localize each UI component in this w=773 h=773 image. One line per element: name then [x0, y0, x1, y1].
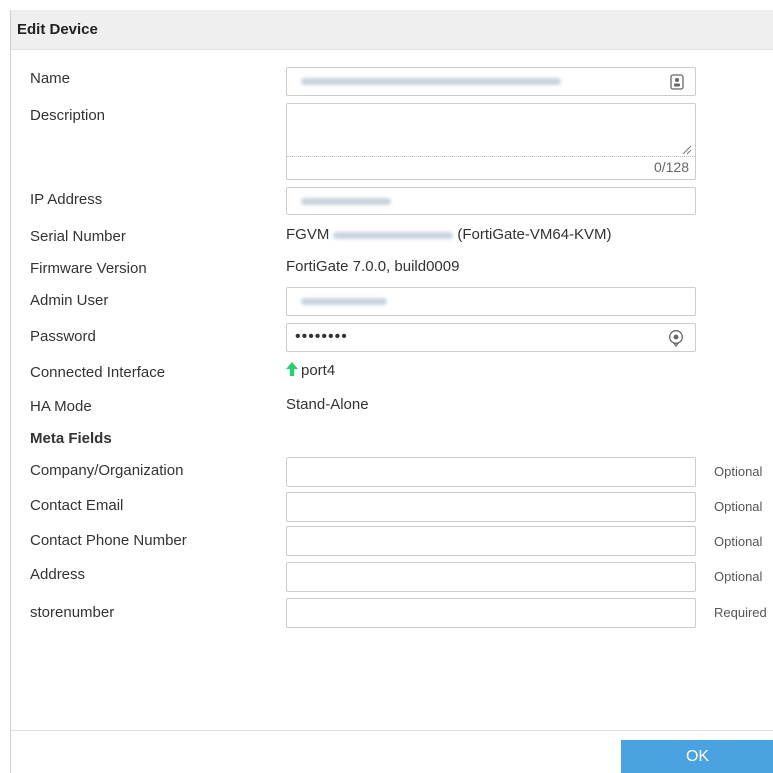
password-label: Password [30, 328, 96, 345]
contact-email-input[interactable] [286, 492, 696, 522]
dialog-title: Edit Device [17, 21, 98, 38]
resize-handle-icon[interactable] [682, 145, 692, 155]
ip-address-label: IP Address [30, 191, 103, 208]
storenumber-input[interactable] [286, 598, 696, 628]
company-organization-input[interactable] [286, 457, 696, 487]
description-label: Description [30, 107, 106, 124]
dialog-footer: OK [11, 730, 773, 773]
password-value: •••••••• [295, 328, 348, 345]
edit-device-dialog: Edit Device Name Description 0/128 IP Ad… [10, 10, 773, 773]
meta-field-label: Contact Phone Number [30, 532, 187, 549]
company-organization-text[interactable] [287, 458, 695, 486]
meta-field-hint: Required [714, 605, 767, 620]
contact-phone-text[interactable] [287, 527, 695, 555]
password-field[interactable]: •••••••• [286, 323, 696, 352]
dialog-header: Edit Device [11, 10, 773, 50]
meta-field-hint: Optional [714, 569, 763, 584]
connected-interface-value: port4 [286, 362, 335, 379]
name-redacted-value [301, 78, 561, 85]
connected-interface-name: port4 [301, 362, 336, 379]
ha-mode-label: HA Mode [30, 398, 92, 415]
link-up-arrow-icon [286, 362, 298, 376]
admin-user-field[interactable] [286, 287, 696, 316]
storenumber-text[interactable] [287, 599, 695, 627]
ip-address-redacted-value [301, 198, 391, 205]
meta-field-hint: Optional [714, 534, 763, 549]
ok-button[interactable]: OK [621, 740, 773, 773]
serial-number-label: Serial Number [30, 228, 126, 245]
description-char-counter: 0/128 [653, 159, 689, 175]
meta-field-label: Company/Organization [30, 462, 184, 479]
admin-user-redacted-value [301, 298, 387, 305]
meta-field-label: storenumber [30, 604, 115, 621]
ip-address-field[interactable] [286, 187, 696, 215]
name-field[interactable] [286, 67, 696, 96]
meta-fields-heading: Meta Fields [30, 430, 112, 447]
name-label: Name [30, 70, 71, 87]
contact-phone-input[interactable] [286, 526, 696, 556]
admin-user-label: Admin User [30, 292, 109, 309]
meta-field-label: Contact Email [30, 497, 124, 514]
meta-field-hint: Optional [714, 499, 763, 514]
serial-redacted-value [333, 231, 454, 239]
ha-mode-value: Stand-Alone [286, 396, 369, 413]
firmware-version-value: FortiGate 7.0.0, build0009 [286, 258, 460, 275]
serial-number-value: FGVM (FortiGate-VM64-KVM) [286, 226, 612, 243]
connected-interface-label: Connected Interface [30, 364, 166, 381]
meta-field-label: Address [30, 566, 86, 583]
address-input[interactable] [286, 562, 696, 592]
serial-model: (FortiGate-VM64-KVM) [457, 226, 612, 243]
description-field[interactable]: 0/128 [286, 103, 696, 180]
contact-card-icon[interactable] [670, 74, 684, 90]
contact-email-text[interactable] [287, 493, 695, 521]
address-text[interactable] [287, 563, 695, 591]
firmware-version-label: Firmware Version [30, 260, 147, 277]
reveal-password-icon[interactable] [668, 330, 684, 347]
meta-field-hint: Optional [714, 464, 763, 479]
serial-prefix: FGVM [286, 226, 330, 243]
